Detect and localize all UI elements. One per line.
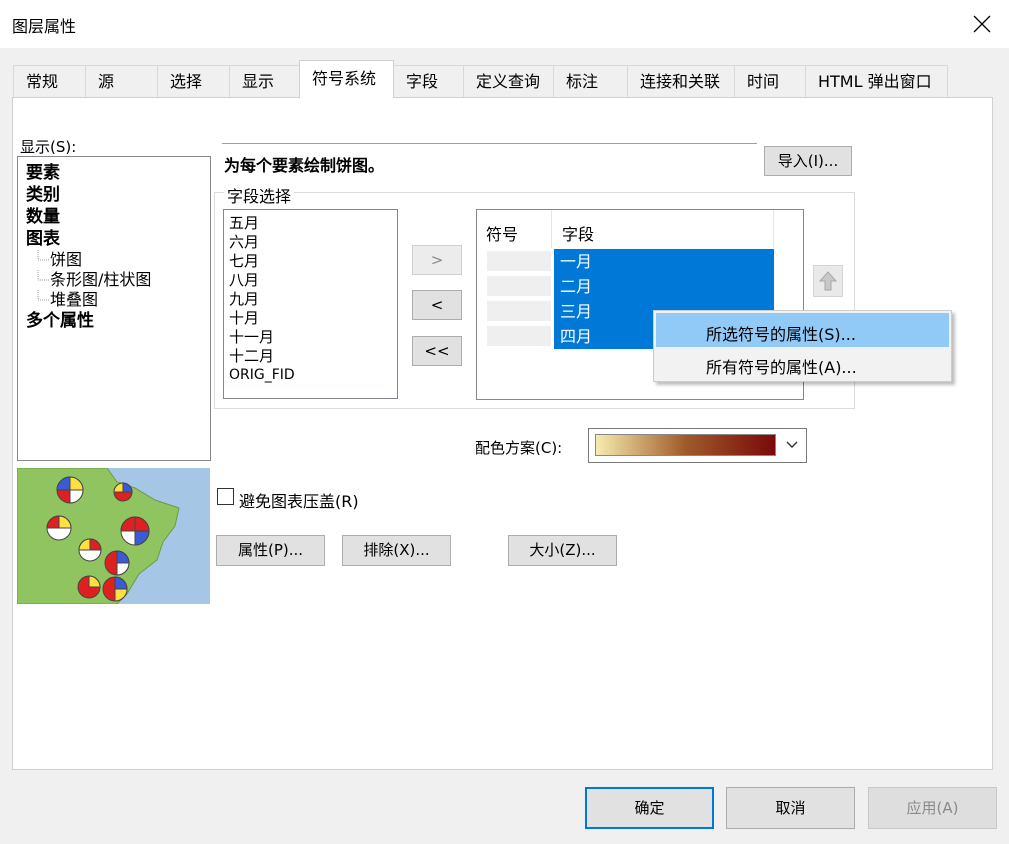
- pie-symbol: [102, 576, 128, 602]
- ok-button[interactable]: 确定: [585, 787, 714, 829]
- show-item-bar-column[interactable]: 条形图/柱状图: [26, 270, 210, 290]
- color-scheme-dropdown[interactable]: [588, 428, 807, 463]
- show-item-pie[interactable]: 饼图: [26, 250, 210, 270]
- tab-source[interactable]: 源: [85, 65, 158, 97]
- symbol-cell[interactable]: [487, 326, 551, 346]
- show-label: 显示(S):: [20, 138, 77, 156]
- field-cell[interactable]: 二月: [554, 274, 774, 299]
- menu-item-label: 所选符号的属性(S)...: [706, 325, 856, 344]
- pie-symbol: [120, 516, 150, 546]
- show-item-stacked-label: 堆叠图: [50, 290, 99, 309]
- field-item[interactable]: 九月: [229, 290, 397, 309]
- field-selection-legend: 字段选择: [224, 183, 295, 207]
- arrow-up-icon: [818, 271, 838, 291]
- show-item-charts[interactable]: 图表: [26, 228, 210, 250]
- exclude-button[interactable]: 排除(X)...: [342, 535, 451, 566]
- show-tree[interactable]: 要素 类别 数量 图表 饼图 条形图/柱状图 堆叠图 多个属性: [17, 156, 211, 461]
- tab-html-popup[interactable]: HTML 弹出窗口: [805, 65, 948, 97]
- field-item[interactable]: 八月: [229, 271, 397, 290]
- pie-symbol: [56, 476, 84, 504]
- symbol-cell[interactable]: [487, 301, 551, 321]
- color-scheme-label: 配色方案(C):: [475, 439, 563, 457]
- cancel-button[interactable]: 取消: [726, 787, 855, 829]
- show-item-bar-column-label: 条形图/柱状图: [50, 270, 152, 289]
- show-item-features[interactable]: 要素: [26, 162, 210, 184]
- field-item[interactable]: 六月: [229, 233, 397, 252]
- remove-field-button[interactable]: <: [412, 290, 462, 320]
- show-item-pie-label: 饼图: [50, 250, 83, 269]
- close-icon: [973, 15, 991, 33]
- show-item-quantities[interactable]: 数量: [26, 206, 210, 228]
- header-divider: [773, 210, 774, 248]
- pie-symbol: [78, 538, 102, 562]
- window-title: 图层属性: [12, 17, 77, 36]
- show-item-stacked[interactable]: 堆叠图: [26, 290, 210, 310]
- tab-labels[interactable]: 标注: [553, 65, 628, 97]
- properties-button[interactable]: 属性(P)...: [216, 535, 325, 566]
- avoid-overlap-checkbox[interactable]: [217, 488, 234, 505]
- symbol-cell[interactable]: [487, 251, 551, 271]
- pie-symbol: [113, 482, 133, 502]
- move-up-button[interactable]: [813, 265, 843, 297]
- tree-connector: [37, 290, 50, 301]
- field-item[interactable]: 十二月: [229, 347, 397, 366]
- title-bar: 图层属性: [0, 0, 1009, 48]
- tab-definition-query[interactable]: 定义查询: [463, 65, 554, 97]
- field-item[interactable]: 十月: [229, 309, 397, 328]
- apply-button[interactable]: 应用(A): [868, 787, 997, 829]
- context-menu: 所选符号的属性(S)... 所有符号的属性(A)...: [653, 310, 952, 382]
- field-item[interactable]: ORIG_FID: [229, 366, 397, 385]
- tab-time[interactable]: 时间: [734, 65, 806, 97]
- header-field[interactable]: 字段: [562, 221, 594, 245]
- remove-all-fields-button[interactable]: <<: [412, 336, 462, 366]
- tab-general[interactable]: 常规: [13, 65, 86, 97]
- tab-selection[interactable]: 选择: [157, 65, 230, 97]
- add-field-button[interactable]: >: [412, 245, 462, 275]
- tree-connector: [37, 250, 50, 261]
- field-cell[interactable]: 一月: [554, 249, 774, 274]
- header-symbol[interactable]: 符号: [486, 221, 518, 245]
- preview-map: [17, 468, 210, 604]
- avoid-overlap-label: 避免图表压盖(R): [239, 492, 359, 511]
- close-button[interactable]: [960, 6, 1004, 42]
- show-item-multiple-attributes[interactable]: 多个属性: [26, 310, 210, 332]
- table-header: 符号 字段: [477, 210, 774, 248]
- color-ramp: [595, 434, 776, 456]
- tree-connector: [37, 270, 50, 281]
- size-button[interactable]: 大小(Z)...: [508, 535, 617, 566]
- available-fields-list[interactable]: 五月 六月 七月 八月 九月 十月 十一月 十二月 ORIG_FID: [223, 209, 398, 399]
- header-divider: [551, 210, 552, 248]
- symbol-cell[interactable]: [487, 276, 551, 296]
- description-text: 为每个要素绘制饼图。: [224, 156, 385, 175]
- menu-item-selected-symbol-properties[interactable]: 所选符号的属性(S)...: [656, 313, 949, 347]
- tab-display[interactable]: 显示: [229, 65, 300, 97]
- tab-joins-relates[interactable]: 连接和关联: [627, 65, 735, 97]
- pie-symbol: [77, 575, 101, 599]
- tab-symbology[interactable]: 符号系统: [299, 60, 394, 98]
- field-item[interactable]: 十一月: [229, 328, 397, 347]
- show-item-categories[interactable]: 类别: [26, 184, 210, 206]
- pie-symbol: [104, 550, 130, 576]
- field-item[interactable]: 五月: [229, 214, 397, 233]
- pie-symbol: [46, 515, 72, 541]
- menu-item-label: 所有符号的属性(A)...: [706, 358, 857, 377]
- menu-item-all-symbol-properties[interactable]: 所有符号的属性(A)...: [656, 349, 949, 379]
- pie-map-preview: [17, 468, 210, 604]
- tab-fields[interactable]: 字段: [393, 65, 464, 97]
- import-button[interactable]: 导入(I)...: [764, 146, 852, 176]
- field-item[interactable]: 七月: [229, 252, 397, 271]
- chevron-down-icon: [786, 441, 798, 448]
